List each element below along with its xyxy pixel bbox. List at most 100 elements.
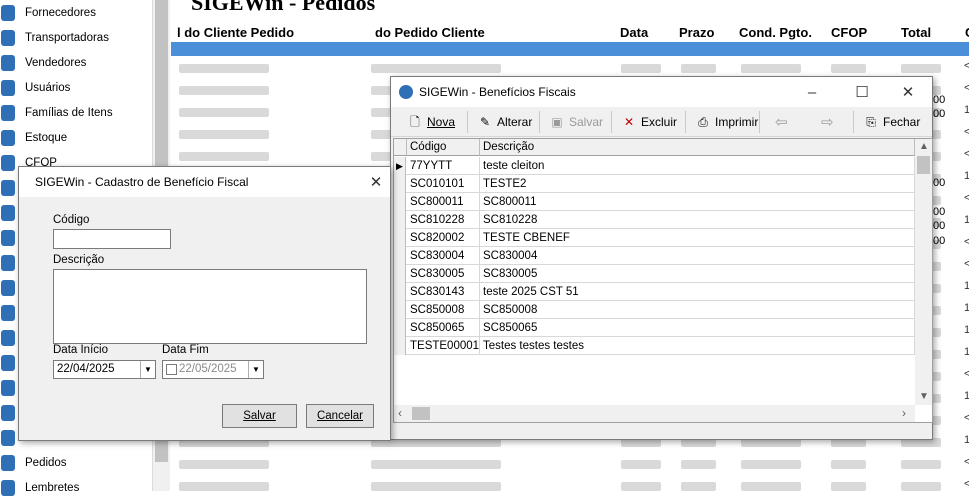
- descricao-cell[interactable]: SC800011: [480, 193, 915, 211]
- chevron-down-icon[interactable]: ▼: [140, 361, 155, 378]
- sidebar-item[interactable]: Fornecedores: [0, 0, 160, 25]
- cadastro-titlebar[interactable]: SIGEWin - Cadastro de Benefício Fiscal ✕: [19, 167, 390, 197]
- grid-horizontal-thumb[interactable]: [412, 407, 430, 420]
- users-icon: [1, 79, 15, 96]
- close-icon[interactable]: ✕: [353, 169, 399, 197]
- table-row[interactable]: SC820002 TESTE CBENEF: [394, 229, 916, 247]
- codigo-cell[interactable]: SC810228: [407, 211, 480, 229]
- scroll-up-icon[interactable]: ▲: [919, 141, 929, 152]
- pedidos-title: SIGEWin - Pedidos: [191, 0, 376, 15]
- pedidos-column-header[interactable]: Prazo: [679, 25, 714, 40]
- codigo-cell[interactable]: SC830143: [407, 283, 480, 301]
- table-row[interactable]: SC830005 SC830005: [394, 265, 916, 283]
- sidebar-item[interactable]: Estoque: [0, 125, 160, 150]
- blurred-cell: [179, 152, 269, 161]
- grid-vertical-thumb[interactable]: [917, 156, 930, 174]
- descricao-cell[interactable]: TESTE2: [480, 175, 915, 193]
- previous-button[interactable]: ⇦: [775, 111, 788, 133]
- cfop-icon: [1, 154, 15, 171]
- descricao-cell[interactable]: SC830005: [480, 265, 915, 283]
- pedidos-column-header[interactable]: Cond. Pgto.: [739, 25, 812, 40]
- descricao-cell[interactable]: TESTE CBENEF: [480, 229, 915, 247]
- codigo-cell[interactable]: SC010101: [407, 175, 480, 193]
- table-row[interactable]: TESTE00001 Testes testes testes: [394, 337, 916, 355]
- descricao-cell[interactable]: Testes testes testes: [480, 337, 915, 355]
- table-row[interactable]: ▶ 77YYTT teste cleiton: [394, 157, 916, 175]
- maximize-icon[interactable]: ☐: [839, 79, 885, 107]
- pedidos-selected-row[interactable]: [171, 42, 969, 56]
- nova-button[interactable]: 🗋 Nova: [407, 111, 455, 133]
- table-row[interactable]: SC830004 SC830004: [394, 247, 916, 265]
- sidebar-item[interactable]: Transportadoras: [0, 25, 160, 50]
- grid-header-descricao[interactable]: Descrição: [480, 139, 915, 156]
- codigo-cell[interactable]: SC830005: [407, 265, 480, 283]
- pedidos-column-header[interactable]: CFOP: [831, 25, 867, 40]
- salvar-button[interactable]: ▣ Salvar: [549, 111, 603, 133]
- truncated-cell: 1: [964, 324, 969, 336]
- pedidos-column-header[interactable]: Data: [620, 25, 648, 40]
- sidebar-item[interactable]: Pedidos: [0, 450, 160, 475]
- table-row[interactable]: SC810228 SC810228: [394, 211, 916, 229]
- pedidos-total-fragment: 00: [933, 206, 946, 218]
- imprimir-button[interactable]: ⎙ Imprimir: [695, 111, 758, 133]
- codigo-cell[interactable]: SC850065: [407, 319, 480, 337]
- data-fim-picker[interactable]: 22/05/2025 ▼: [162, 360, 264, 379]
- codigo-cell[interactable]: SC820002: [407, 229, 480, 247]
- descricao-input[interactable]: [53, 269, 367, 344]
- table-row[interactable]: SC850008 SC850008: [394, 301, 916, 319]
- data-fim-checkbox[interactable]: [166, 364, 177, 375]
- blurred-cell: [179, 460, 269, 469]
- generic-icon: [1, 354, 15, 371]
- codigo-cell[interactable]: SC830004: [407, 247, 480, 265]
- arrow-right-icon: ⇨: [821, 114, 834, 131]
- grid-header-codigo[interactable]: Código: [407, 139, 480, 156]
- grid-vertical-scrollbar[interactable]: ▲ ▼: [915, 139, 932, 405]
- codigo-cell[interactable]: SC850008: [407, 301, 480, 319]
- pedidos-column-header[interactable]: do Pedido Cliente: [375, 25, 485, 40]
- fechar-button[interactable]: ⎘ Fechar: [863, 111, 920, 133]
- descricao-cell[interactable]: teste cleiton: [480, 157, 915, 175]
- pedidos-column-header[interactable]: C: [965, 25, 969, 40]
- alterar-button[interactable]: ✎ Alterar: [477, 111, 532, 133]
- codigo-cell[interactable]: SC800011: [407, 193, 480, 211]
- sidebar-item[interactable]: Usuários: [0, 75, 160, 100]
- data-inicio-value: 22/04/2025: [57, 363, 115, 375]
- table-row[interactable]: SC010101 TESTE2: [394, 175, 916, 193]
- codigo-cell[interactable]: 77YYTT: [407, 157, 480, 175]
- sidebar-item[interactable]: Lembretes: [0, 475, 160, 500]
- scroll-down-icon[interactable]: ▼: [919, 391, 929, 402]
- minimize-icon[interactable]: –: [789, 79, 835, 107]
- sidebar-item[interactable]: Vendedores: [0, 50, 160, 75]
- scroll-left-icon[interactable]: ‹: [398, 406, 402, 420]
- salvar-button[interactable]: Salvar: [222, 404, 297, 428]
- table-row[interactable]: SC800011 SC800011: [394, 193, 916, 211]
- data-inicio-picker[interactable]: 22/04/2025 ▼: [53, 360, 156, 379]
- cancelar-button[interactable]: Cancelar: [306, 404, 374, 428]
- table-row[interactable]: SC830143 teste 2025 CST 51: [394, 283, 916, 301]
- next-button[interactable]: ⇨: [821, 111, 834, 133]
- new-document-icon: 🗋: [410, 115, 420, 129]
- descricao-cell[interactable]: SC850008: [480, 301, 915, 319]
- grid-horizontal-scrollbar[interactable]: ‹ ›: [394, 405, 915, 422]
- reminders-icon: [1, 479, 15, 496]
- descricao-cell[interactable]: SC830004: [480, 247, 915, 265]
- pedidos-row[interactable]: <: [171, 474, 969, 491]
- generic-icon: [1, 179, 15, 196]
- descricao-cell[interactable]: SC810228: [480, 211, 915, 229]
- descricao-cell[interactable]: teste 2025 CST 51: [480, 283, 915, 301]
- truncated-cell: 1: [964, 104, 969, 116]
- codigo-input[interactable]: [53, 229, 171, 249]
- codigo-cell[interactable]: TESTE00001: [407, 337, 480, 355]
- chevron-down-icon[interactable]: ▼: [248, 361, 263, 378]
- pedidos-column-header[interactable]: l do Cliente Pedido: [177, 25, 294, 40]
- scroll-right-icon[interactable]: ›: [902, 406, 906, 420]
- beneficios-grid[interactable]: Código Descrição ▶ 77YYTT teste cleiton SC0…: [393, 138, 933, 423]
- row-indicator: [394, 211, 406, 229]
- close-icon[interactable]: ✕: [885, 79, 931, 107]
- sidebar-item[interactable]: Famílias de Itens: [0, 100, 160, 125]
- descricao-cell[interactable]: SC850065: [480, 319, 915, 337]
- table-row[interactable]: SC850065 SC850065: [394, 319, 916, 337]
- excluir-button[interactable]: ✕ Excluir: [621, 111, 677, 133]
- pedidos-column-header[interactable]: Total: [901, 25, 931, 40]
- beneficios-titlebar[interactable]: SIGEWin - Benefícios Fiscais – ☐ ✕: [391, 77, 932, 107]
